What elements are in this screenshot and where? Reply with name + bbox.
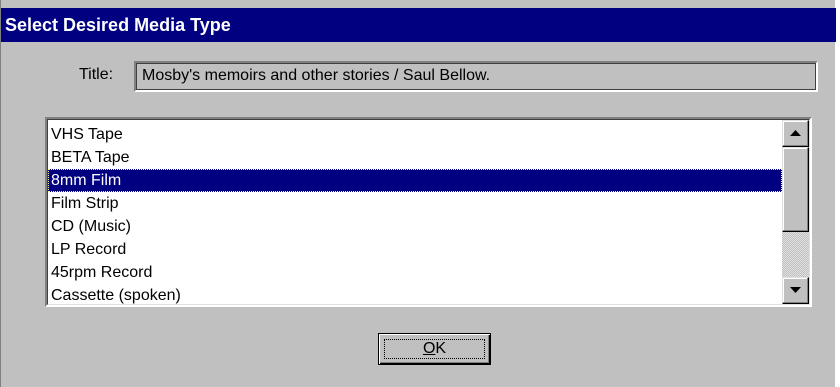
dialog-title: Select Desired Media Type xyxy=(5,15,231,35)
scroll-down-arrow-icon xyxy=(790,287,801,293)
media-type-dialog: Select Desired Media Type Title: Mosby's… xyxy=(0,0,836,387)
list-item[interactable]: CD (Music) xyxy=(48,215,782,238)
title-field: Mosby's memoirs and other stories / Saul… xyxy=(134,61,818,92)
list-item[interactable]: Film Strip xyxy=(48,192,782,215)
list-item[interactable]: LP Record xyxy=(48,238,782,261)
list-item[interactable]: VHS Tape xyxy=(48,123,782,146)
focus-rectangle xyxy=(384,339,485,359)
list-item[interactable]: 45rpm Record xyxy=(48,261,782,284)
scroll-up-arrow-icon xyxy=(790,130,801,136)
list-item[interactable]: Cassette (spoken) xyxy=(48,284,782,304)
scroll-up-button[interactable] xyxy=(782,120,809,147)
scrollbar-thumb[interactable] xyxy=(782,147,809,232)
title-label: Title: xyxy=(79,66,114,83)
dialog-title-bar[interactable]: Select Desired Media Type xyxy=(1,8,836,42)
media-type-list: VHS Tape BETA Tape 8mm Film Film Strip C… xyxy=(48,123,782,304)
vertical-scrollbar[interactable] xyxy=(782,120,809,304)
list-item-selected[interactable]: 8mm Film xyxy=(48,169,782,192)
ok-button[interactable]: OK xyxy=(378,333,491,365)
listbox-frame: VHS Tape BETA Tape 8mm Film Film Strip C… xyxy=(47,119,810,305)
scroll-down-button[interactable] xyxy=(782,277,809,304)
media-type-listbox[interactable]: VHS Tape BETA Tape 8mm Film Film Strip C… xyxy=(45,117,812,307)
list-item[interactable]: BETA Tape xyxy=(48,146,782,169)
